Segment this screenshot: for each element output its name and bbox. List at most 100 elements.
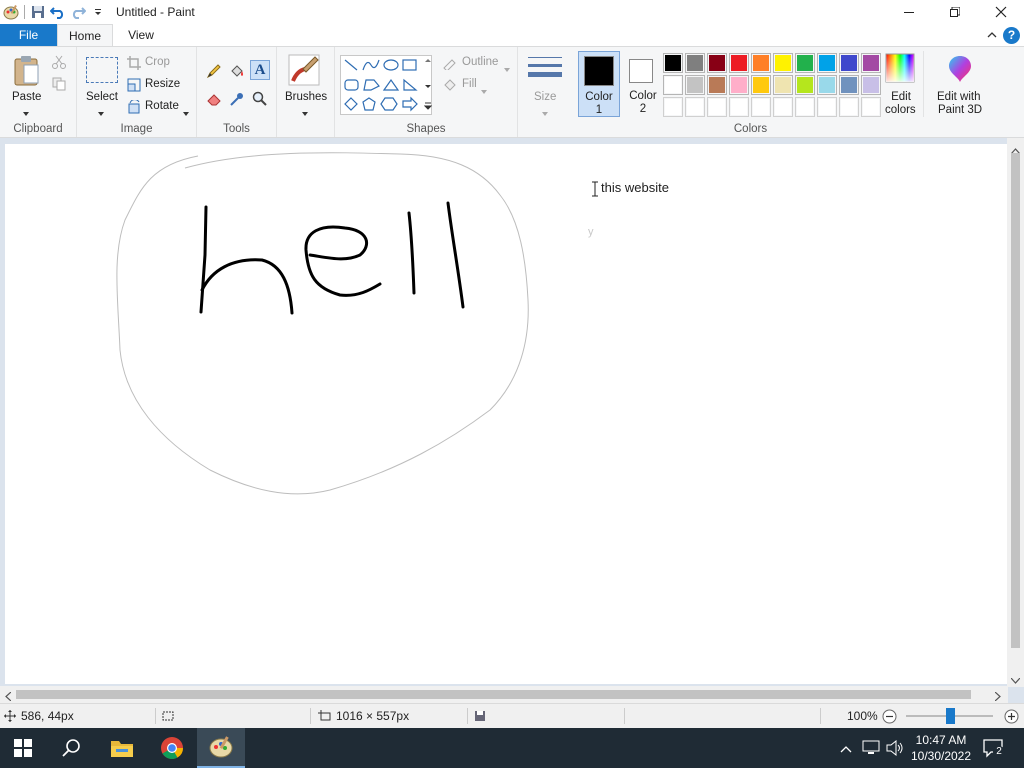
help-icon[interactable]: ? [1003, 26, 1020, 44]
scroll-right-icon[interactable] [994, 690, 1001, 704]
edit-colors-icon[interactable] [885, 53, 915, 86]
scroll-left-icon[interactable] [5, 690, 12, 704]
scroll-down-icon[interactable] [1010, 673, 1021, 687]
drawing-canvas[interactable]: this website y hell [5, 144, 1008, 684]
palette-swatch[interactable] [839, 53, 859, 73]
palette-swatch[interactable] [861, 75, 881, 95]
crop-icon[interactable] [127, 56, 141, 73]
collapse-ribbon-icon[interactable] [987, 28, 997, 42]
brushes-icon[interactable] [287, 53, 321, 90]
select-icon[interactable] [86, 57, 118, 83]
undo-icon[interactable] [48, 2, 68, 22]
fill-icon[interactable] [442, 78, 458, 95]
color1-selector[interactable]: Color 1 [578, 51, 620, 117]
custom-color-slot[interactable] [751, 97, 771, 117]
tab-file[interactable]: File [0, 24, 57, 46]
custom-color-slot[interactable] [795, 97, 815, 117]
copy-icon[interactable] [52, 77, 66, 94]
minimize-button[interactable] [886, 0, 932, 24]
palette-swatch[interactable] [729, 75, 749, 95]
resize-icon[interactable] [127, 78, 141, 95]
color-picker-icon[interactable] [229, 91, 245, 110]
palette-swatch[interactable] [751, 75, 771, 95]
custom-color-slot[interactable] [773, 97, 793, 117]
brushes-dropdown-icon[interactable] [302, 105, 308, 119]
horizontal-scrollbar[interactable] [0, 686, 1008, 703]
palette-swatch[interactable] [817, 53, 837, 73]
outline-dropdown-icon[interactable] [504, 61, 510, 75]
show-hidden-icons[interactable] [840, 742, 852, 756]
outline-icon[interactable] [442, 56, 458, 73]
paste-icon[interactable] [12, 55, 42, 90]
edit-colors-label-2[interactable]: colors [885, 104, 916, 116]
paint3d-icon[interactable] [947, 55, 973, 86]
palette-swatch[interactable] [663, 75, 683, 95]
custom-color-slot[interactable] [685, 97, 705, 117]
search-icon[interactable] [62, 738, 82, 761]
rotate-icon[interactable] [127, 99, 141, 117]
size-dropdown-icon[interactable] [542, 105, 548, 119]
clock[interactable]: 10:47 AM 10/30/2022 [906, 732, 976, 764]
rotate-dropdown-icon[interactable] [183, 105, 189, 119]
palette-swatch[interactable] [861, 53, 881, 73]
cut-icon[interactable] [52, 55, 66, 72]
rotate-button-label[interactable]: Rotate [145, 100, 179, 112]
palette-swatch[interactable] [707, 53, 727, 73]
customize-qa-dropdown-icon[interactable] [88, 2, 108, 22]
windows-start-icon[interactable] [14, 739, 32, 760]
custom-color-slot[interactable] [839, 97, 859, 117]
select-dropdown-icon[interactable] [98, 105, 104, 119]
fill-dropdown-icon[interactable] [481, 83, 487, 97]
fill-bucket-icon[interactable] [229, 63, 245, 82]
action-center-icon[interactable]: 2 [983, 738, 1005, 761]
zoom-slider-thumb[interactable] [946, 708, 955, 724]
volume-icon[interactable] [886, 739, 904, 759]
color2-selector[interactable]: Color 2 [622, 51, 664, 117]
zoom-out-button[interactable] [882, 709, 897, 727]
palette-swatch[interactable] [707, 75, 727, 95]
custom-color-slot[interactable] [861, 97, 881, 117]
network-icon[interactable] [862, 740, 880, 759]
paste-button-label[interactable]: Paste [12, 91, 41, 103]
paste-dropdown-icon[interactable] [23, 105, 29, 119]
text-tool-icon[interactable]: A [250, 60, 270, 80]
pencil-icon[interactable] [206, 63, 222, 82]
shapes-scroll[interactable] [423, 57, 433, 115]
palette-swatch[interactable] [795, 75, 815, 95]
custom-color-slot[interactable] [729, 97, 749, 117]
close-button[interactable] [978, 0, 1024, 24]
vertical-scrollbar[interactable] [1007, 138, 1024, 687]
crop-button-label[interactable]: Crop [145, 56, 170, 68]
horizontal-scroll-thumb[interactable] [16, 690, 971, 699]
palette-swatch[interactable] [729, 53, 749, 73]
select-button-label[interactable]: Select [86, 91, 118, 103]
fill-button-label[interactable]: Fill [462, 78, 477, 90]
palette-swatch[interactable] [685, 53, 705, 73]
size-icon[interactable] [528, 57, 562, 86]
tab-view[interactable]: View [113, 24, 169, 46]
palette-swatch[interactable] [685, 75, 705, 95]
palette-swatch[interactable] [839, 75, 859, 95]
palette-swatch[interactable] [751, 53, 771, 73]
paint-taskbar-button[interactable] [197, 728, 245, 768]
vertical-scroll-thumb[interactable] [1011, 153, 1020, 648]
redo-icon[interactable] [68, 2, 88, 22]
size-button-label[interactable]: Size [534, 91, 556, 103]
brushes-button-label[interactable]: Brushes [285, 91, 327, 103]
maximize-button[interactable] [932, 0, 978, 24]
custom-color-slot[interactable] [817, 97, 837, 117]
save-icon[interactable] [28, 2, 48, 22]
chrome-icon[interactable] [160, 736, 184, 763]
file-explorer-icon[interactable] [110, 738, 134, 761]
tab-home[interactable]: Home [57, 24, 113, 46]
palette-swatch[interactable] [773, 75, 793, 95]
custom-color-slot[interactable] [663, 97, 683, 117]
paint3d-label-1[interactable]: Edit with [937, 91, 980, 103]
paint-app-icon[interactable] [1, 2, 21, 22]
resize-button-label[interactable]: Resize [145, 78, 180, 90]
edit-colors-label-1[interactable]: Edit [886, 91, 916, 103]
zoom-in-button[interactable] [1004, 709, 1019, 727]
custom-color-slot[interactable] [707, 97, 727, 117]
paint3d-label-2[interactable]: Paint 3D [938, 104, 982, 116]
eraser-icon[interactable] [206, 91, 222, 110]
